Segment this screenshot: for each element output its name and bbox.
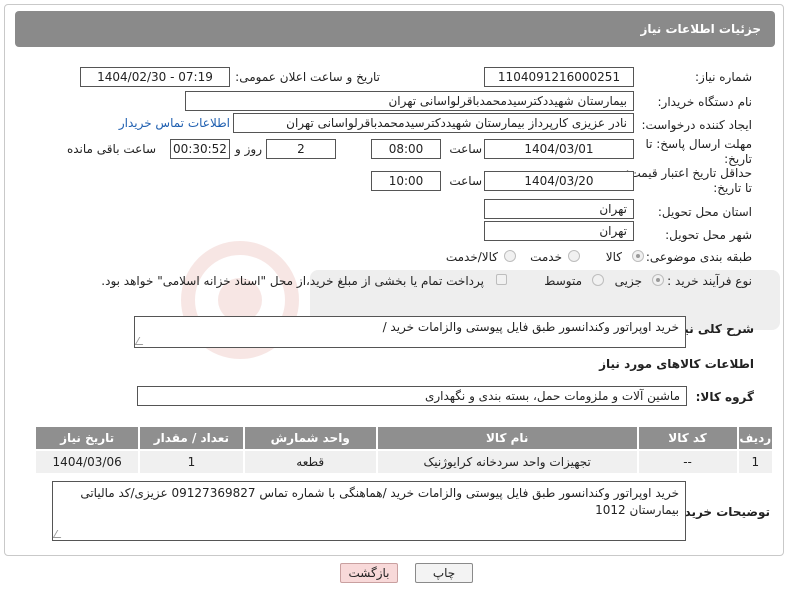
process-radio-minor[interactable] <box>652 274 664 286</box>
deadline-label-line1: مهلت ارسال پاسخ: تا <box>645 137 752 151</box>
city-label: شهر محل تحویل: <box>665 228 752 242</box>
creator-field: نادر عزیزی کارپرداز بیمارستان شهیددکترسی… <box>233 113 634 133</box>
deadline-date-field: 1404/03/01 <box>484 139 634 159</box>
validity-label-line2: تا تاریخ: <box>713 181 752 195</box>
buyer-notes-text: خرید اوپراتور وکندانسور طبق فایل پیوستی … <box>80 486 679 517</box>
cell-need-date: 1404/03/06 <box>33 449 141 475</box>
cell-item-name: تجهیزات واحد سردخانه کرایوژنیک <box>375 449 639 475</box>
cell-item-code: -- <box>636 449 739 475</box>
cell-unit: قطعه <box>242 449 378 475</box>
days-field: 2 <box>266 139 336 159</box>
col-unit: واحد شمارش <box>242 425 378 451</box>
category-radio-service[interactable] <box>568 250 580 262</box>
validity-date-field: 1404/03/20 <box>484 171 634 191</box>
city-field: تهران <box>484 221 634 241</box>
category-radio-goods-service[interactable] <box>504 250 516 262</box>
need-number-field: 1104091216000251 <box>484 67 634 87</box>
col-item-code: کد کالا <box>636 425 739 451</box>
category-option-goods: کالا <box>605 250 622 264</box>
col-need-date: تاریخ نیاز <box>33 425 141 451</box>
validity-time-label: ساعت <box>449 174 482 188</box>
print-button[interactable]: چاپ <box>415 563 473 583</box>
category-option-service: خدمت <box>530 250 562 264</box>
col-item-name: نام کالا <box>375 425 639 451</box>
process-radio-medium[interactable] <box>592 274 604 286</box>
category-option-goods-service: کالا/خدمت <box>445 250 498 264</box>
remaining-time-field: 00:30:52 <box>170 139 230 159</box>
col-quantity: تعداد / مقدار <box>138 425 245 451</box>
goods-group-label: گروه کالا: <box>695 390 754 404</box>
panel-title: جزئیات اطلاعات نیاز <box>15 11 775 47</box>
cell-quantity: 1 <box>138 449 245 475</box>
process-option-medium: متوسط <box>544 274 582 288</box>
validity-time-field: 10:00 <box>371 171 441 191</box>
validity-label-line1: حداقل تاریخ اعتبار قیمت: <box>625 166 752 180</box>
goods-table-header: ردیف کد کالا نام کالا واحد شمارش تعداد /… <box>33 425 775 451</box>
province-field: تهران <box>484 199 634 219</box>
table-row: 1 -- تجهیزات واحد سردخانه کرایوژنیک قطعه… <box>33 449 775 475</box>
buyer-org-label: نام دستگاه خریدار: <box>657 95 753 109</box>
category-label: طبقه بندی موضوعی: <box>645 250 752 264</box>
process-option-minor: جزیی <box>614 274 642 288</box>
deadline-time-label: ساعت <box>449 142 482 156</box>
summary-text: خرید اوپراتور وکندانسور طبق فایل پیوستی … <box>382 320 679 334</box>
days-label: روز و <box>235 142 262 156</box>
need-number-label: شماره نیاز: <box>695 70 752 84</box>
province-label: استان محل تحویل: <box>657 205 752 219</box>
buyer-org-field: بیمارستان شهیددکترسیدمحمدباقرلواسانی تهر… <box>185 91 634 111</box>
resize-grip-icon[interactable] <box>135 337 148 345</box>
goods-table: ردیف کد کالا نام کالا واحد شمارش تعداد /… <box>33 425 775 475</box>
announce-datetime-field: 1404/02/30 - 07:19 <box>80 67 230 87</box>
cell-row-number: 1 <box>736 449 775 475</box>
goods-group-field: ماشین آلات و ملزومات حمل، بسته بندی و نگ… <box>137 386 687 406</box>
col-row-number: ردیف <box>736 425 775 451</box>
treasury-payment-note: پرداخت تمام یا بخشی از مبلغ خرید،از محل … <box>101 274 484 288</box>
treasury-payment-checkbox[interactable] <box>496 274 507 285</box>
deadline-label-line2: تاریخ: <box>724 152 752 166</box>
category-radio-goods[interactable] <box>632 250 644 262</box>
summary-textarea[interactable]: خرید اوپراتور وکندانسور طبق فایل پیوستی … <box>134 316 686 348</box>
remaining-time-label: ساعت باقی مانده <box>66 142 156 156</box>
deadline-time-field: 08:00 <box>371 139 441 159</box>
announce-label: تاریخ و ساعت اعلان عمومی: <box>235 70 380 84</box>
creator-label: ایجاد کننده درخواست: <box>641 118 752 132</box>
process-label: نوع فرآیند خرید : <box>667 274 752 288</box>
resize-grip-icon[interactable] <box>53 530 66 538</box>
buyer-contact-link-text[interactable]: اطلاعات تماس خریدار <box>119 116 230 130</box>
goods-section-title: اطلاعات کالاهای مورد نیاز <box>599 357 754 371</box>
buyer-notes-textarea[interactable]: خرید اوپراتور وکندانسور طبق فایل پیوستی … <box>52 481 686 541</box>
back-button[interactable]: بازگشت <box>340 563 398 583</box>
buyer-contact-link[interactable]: اطلاعات تماس خریدار <box>119 116 230 130</box>
